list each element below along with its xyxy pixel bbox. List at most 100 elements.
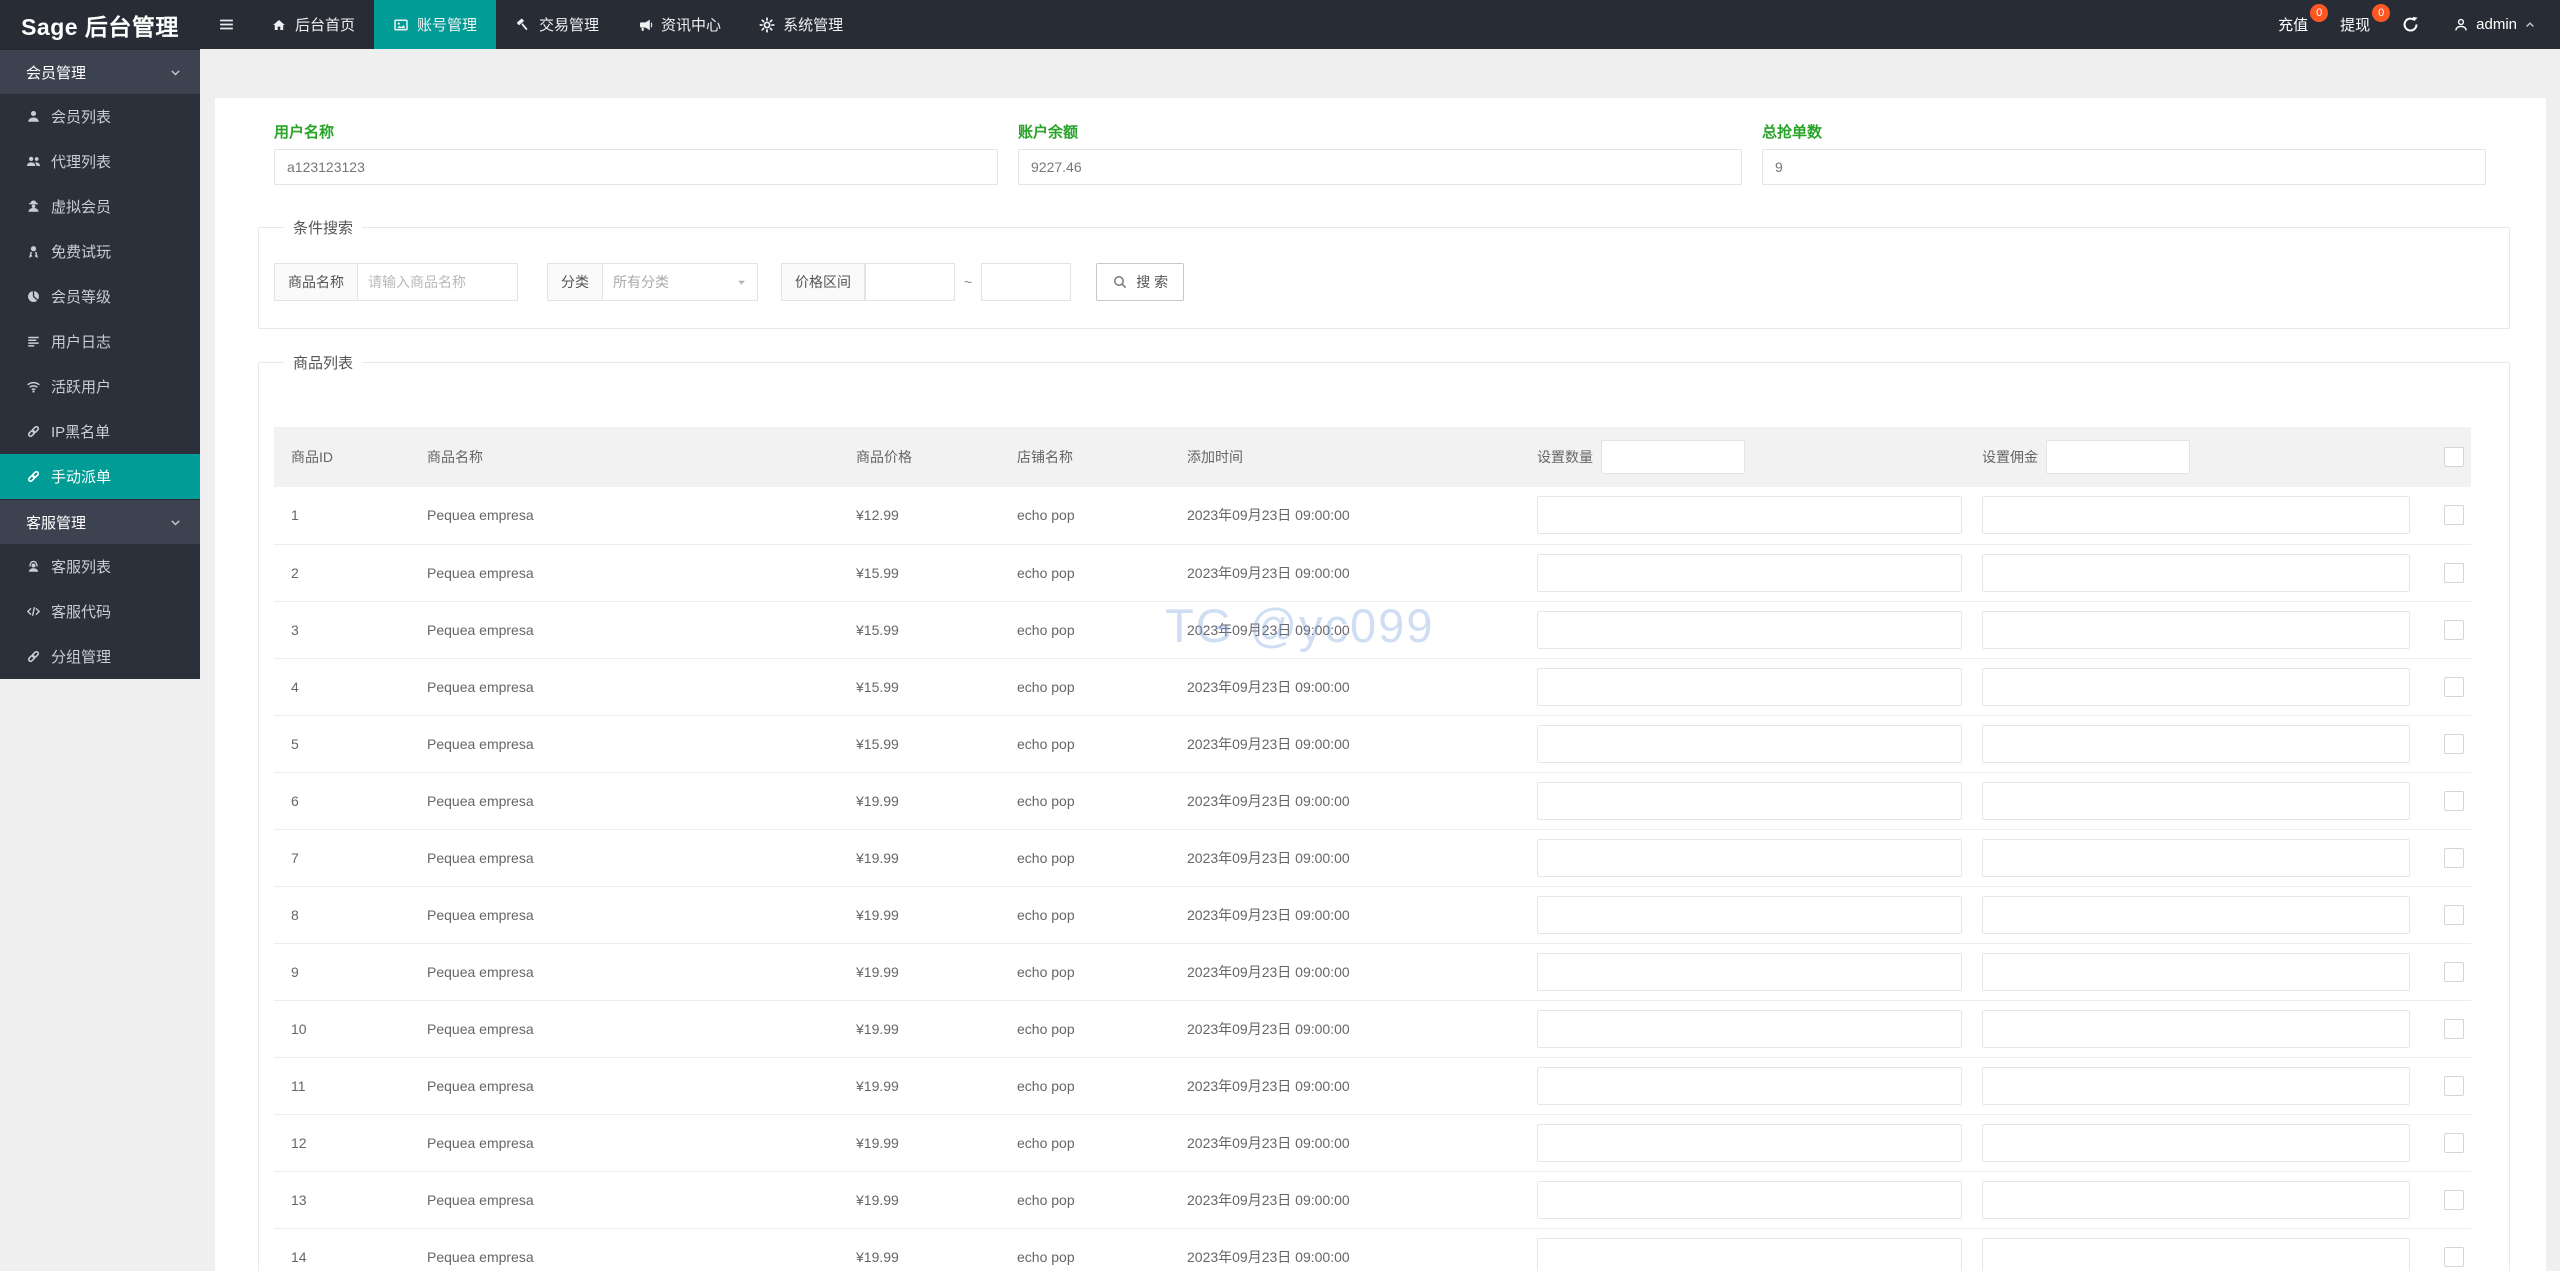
sidebar: 会员管理 会员列表 代理列表 虚拟会员 免费试玩 会员等级 用户日志 活跃用户 IP黑名单 手动派…: [0, 49, 200, 679]
topbar-nav: 后台首页 账号管理 交易管理 资讯中心 系统管理: [252, 0, 862, 49]
sidebar-item-1-3[interactable]: 虚拟会员: [0, 184, 200, 229]
price-max-input[interactable]: [981, 263, 1072, 301]
row-commission-input[interactable]: [1982, 1237, 2410, 1271]
row-select-checkbox[interactable]: [2443, 1075, 2464, 1096]
set-qty-all-input[interactable]: [1601, 440, 1745, 474]
sidebar-item-1-2[interactable]: 代理列表: [0, 139, 200, 184]
cell-select: [2419, 715, 2471, 773]
nav-item-label: 账号管理: [417, 17, 478, 34]
cell-id: 8: [274, 886, 410, 944]
recharge-button[interactable]: 充值 0: [2262, 0, 2329, 49]
search-button[interactable]: 搜 索: [1096, 263, 1185, 301]
menu-toggle-button[interactable]: [200, 0, 252, 49]
topbar-actions: 充值 0 提现 0: [2262, 0, 2391, 49]
row-qty-input[interactable]: [1537, 895, 1962, 934]
nav-item-2[interactable]: 账号管理: [374, 0, 497, 49]
row-commission-input[interactable]: [1982, 1009, 2410, 1048]
sidebar-item-2-3[interactable]: 分组管理: [0, 634, 200, 679]
row-commission-input[interactable]: [1982, 952, 2410, 991]
row-select-checkbox[interactable]: [2443, 1132, 2464, 1153]
withdraw-button[interactable]: 提现 0: [2324, 0, 2391, 49]
row-select-checkbox[interactable]: [2443, 676, 2464, 697]
row-commission-input[interactable]: [1982, 1066, 2410, 1105]
cell-name: Pequea empresa: [410, 1000, 839, 1058]
cell-time: 2023年09月23日 09:00:00: [1170, 601, 1520, 659]
field-input[interactable]: [1018, 149, 1742, 185]
header-id: 商品ID: [274, 427, 410, 487]
row-select-checkbox[interactable]: [2443, 1189, 2464, 1210]
row-commission-input[interactable]: [1982, 724, 2410, 763]
row-select-checkbox[interactable]: [2443, 904, 2464, 925]
price-min-input[interactable]: [865, 263, 955, 301]
row-select-checkbox[interactable]: [2443, 562, 2464, 583]
row-qty-input[interactable]: [1537, 1009, 1962, 1048]
cell-id: 3: [274, 601, 410, 659]
refresh-button[interactable]: [2386, 16, 2435, 33]
row-commission-input[interactable]: [1982, 838, 2410, 877]
row-select-checkbox[interactable]: [2443, 961, 2464, 982]
sidebar-item-label: 分组管理: [51, 649, 112, 666]
category-select[interactable]: 所有分类: [603, 263, 758, 301]
sidebar-item-1-7[interactable]: 活跃用户: [0, 364, 200, 409]
row-commission-input[interactable]: [1982, 610, 2410, 649]
nav-item-5[interactable]: 系统管理: [740, 0, 862, 49]
nav-item-4[interactable]: 资讯中心: [618, 0, 740, 49]
row-commission-input[interactable]: [1982, 895, 2410, 934]
sidebar-item-2-2[interactable]: 客服代码: [0, 589, 200, 634]
row-commission-input[interactable]: [1982, 1180, 2410, 1219]
row-qty-input[interactable]: [1537, 838, 1962, 877]
row-select-checkbox[interactable]: [2443, 847, 2464, 868]
cell-time: 2023年09月23日 09:00:00: [1170, 1228, 1520, 1271]
row-select-checkbox[interactable]: [2443, 505, 2464, 526]
field-input[interactable]: [1762, 149, 2486, 185]
product-name-input[interactable]: [358, 263, 518, 301]
nav-item-1[interactable]: 后台首页: [252, 0, 374, 49]
sidebar-section-1[interactable]: 会员管理: [0, 49, 200, 94]
row-qty-input[interactable]: [1537, 1180, 1962, 1219]
nav-item-3[interactable]: 交易管理: [496, 0, 618, 49]
sidebar-item-1-4[interactable]: 免费试玩: [0, 229, 200, 274]
field-label: 总抢单数: [1762, 124, 1823, 141]
sidebar-item-1-6[interactable]: 用户日志: [0, 319, 200, 364]
sidebar-item-1-1[interactable]: 会员列表: [0, 94, 200, 139]
row-qty-input[interactable]: [1537, 496, 1962, 535]
sidebar-item-1-8[interactable]: IP黑名单: [0, 409, 200, 454]
row-commission-input[interactable]: [1982, 496, 2410, 535]
user-menu[interactable]: admin: [2435, 16, 2542, 33]
row-qty-input[interactable]: [1537, 952, 1962, 991]
sidebar-section-2[interactable]: 客服管理: [0, 499, 200, 544]
row-commission-input[interactable]: [1982, 1123, 2410, 1162]
row-select-checkbox[interactable]: [2443, 733, 2464, 754]
row-select-checkbox[interactable]: [2443, 619, 2464, 640]
sidebar-item-1-9[interactable]: 手动派单: [0, 454, 200, 499]
cell-shop: echo pop: [1000, 886, 1170, 944]
summary-field-2: 账户余额: [1018, 121, 1742, 185]
sidebar-item-2-1[interactable]: 客服列表: [0, 544, 200, 589]
row-select-checkbox[interactable]: [2443, 1246, 2464, 1267]
cell-qty: [1520, 772, 1965, 830]
sidebar-item-1-5[interactable]: 会员等级: [0, 274, 200, 319]
row-commission-input[interactable]: [1982, 553, 2410, 592]
row-select-checkbox[interactable]: [2443, 1018, 2464, 1039]
set-commission-all-input[interactable]: [2046, 440, 2190, 474]
cell-shop: echo pop: [1000, 1000, 1170, 1058]
row-qty-input[interactable]: [1537, 610, 1962, 649]
row-select-checkbox[interactable]: [2443, 790, 2464, 811]
cell-select: [2419, 772, 2471, 830]
row-commission-input[interactable]: [1982, 667, 2410, 706]
search-panel-legend: 条件搜索: [293, 220, 354, 237]
cell-qty: [1520, 601, 1965, 659]
product-name-group: 商品名称: [274, 263, 518, 301]
row-qty-input[interactable]: [1537, 1237, 1962, 1271]
cell-time: 2023年09月23日 09:00:00: [1170, 886, 1520, 944]
row-qty-input[interactable]: [1537, 724, 1962, 763]
row-qty-input[interactable]: [1537, 1066, 1962, 1105]
row-qty-input[interactable]: [1537, 1123, 1962, 1162]
row-qty-input[interactable]: [1537, 781, 1962, 820]
select-all-checkbox[interactable]: [2443, 447, 2464, 467]
row-commission-input[interactable]: [1982, 781, 2410, 820]
summary-field-1: 用户名称: [274, 121, 998, 185]
field-input[interactable]: [274, 149, 998, 185]
row-qty-input[interactable]: [1537, 553, 1962, 592]
row-qty-input[interactable]: [1537, 667, 1962, 706]
